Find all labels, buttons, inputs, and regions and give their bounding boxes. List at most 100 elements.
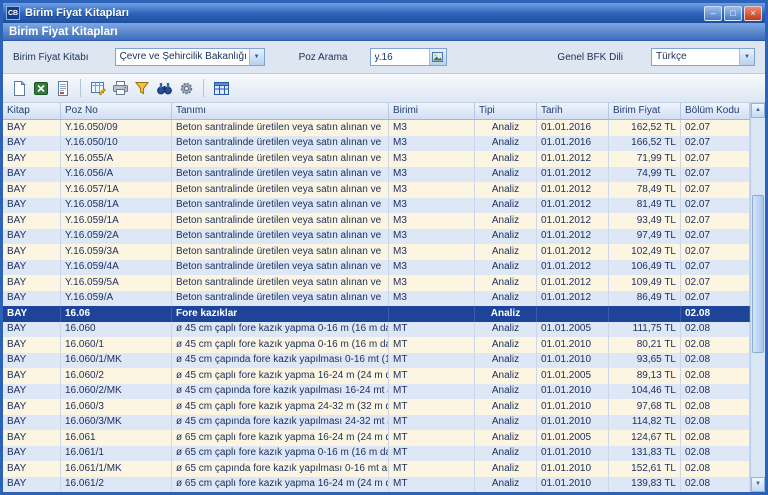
table-row[interactable]: BAYY.16.059/5ABeton santralinde üretilen… — [3, 275, 750, 291]
cell-birim: MT — [389, 415, 475, 431]
chevron-down-icon[interactable]: ▼ — [739, 49, 754, 65]
cell-fiyat: 97,68 TL — [609, 399, 681, 415]
cell-bolum: 02.08 — [681, 461, 750, 477]
poz-search-label: Poz Arama — [299, 52, 348, 63]
table-row[interactable]: BAY16.060/1/MKø 45 cm çapında fore kazık… — [3, 353, 750, 369]
table-row[interactable]: BAYY.16.059/1ABeton santralinde üretilen… — [3, 213, 750, 229]
table-row[interactable]: BAYY.16.059/2ABeton santralinde üretilen… — [3, 229, 750, 245]
table-row[interactable]: BAYY.16.059/4ABeton santralinde üretilen… — [3, 260, 750, 276]
table-row[interactable]: BAY16.060/2/MKø 45 cm çapında fore kazık… — [3, 384, 750, 400]
cell-tarih: 01.01.2010 — [537, 461, 609, 477]
column-header[interactable]: Birim Fiyat — [609, 103, 681, 119]
table-row[interactable]: BAYY.16.059/3ABeton santralinde üretilen… — [3, 244, 750, 260]
table-row[interactable]: BAY16.061/1ø 65 cm çaplı fore kazık yapm… — [3, 446, 750, 462]
cell-tarih: 01.01.2012 — [537, 291, 609, 307]
cell-bolum: 02.07 — [681, 167, 750, 183]
cell-tanim: Beton santralinde üretilen veya satın al… — [172, 136, 389, 152]
cell-tip: Analiz — [475, 477, 537, 493]
cell-bolum: 02.07 — [681, 260, 750, 276]
cell-bolum: 02.08 — [681, 337, 750, 353]
scrollbar-thumb[interactable] — [752, 195, 764, 353]
page-title: Birim Fiyat Kitapları — [3, 23, 765, 41]
cell-kitap: BAY — [3, 182, 61, 198]
cell-kitap: BAY — [3, 477, 61, 493]
table-row[interactable]: BAY16.060/3ø 45 cm çaplı fore kazık yapm… — [3, 399, 750, 415]
table-row[interactable]: BAY16.060/1ø 45 cm çaplı fore kazık yapm… — [3, 337, 750, 353]
cell-tanim: Beton santralinde üretilen veya satın al… — [172, 275, 389, 291]
cell-fiyat: 139,83 TL — [609, 477, 681, 493]
table-row[interactable]: BAY16.060/3/MKø 45 cm çapında fore kazık… — [3, 415, 750, 431]
column-header[interactable]: Poz No — [61, 103, 172, 119]
cell-poz: Y.16.057/1A — [61, 182, 172, 198]
report-document-button[interactable] — [53, 78, 73, 98]
cell-bolum: 02.08 — [681, 306, 750, 322]
cell-tarih: 01.01.2016 — [537, 120, 609, 136]
table-row[interactable]: BAYY.16.050/10Beton santralinde üretilen… — [3, 136, 750, 152]
cell-fiyat: 124,67 TL — [609, 430, 681, 446]
table-row[interactable]: BAY16.06Fore kazıklarAnaliz02.08 — [3, 306, 750, 322]
poz-search-picker-button[interactable] — [429, 49, 446, 65]
cell-kitap: BAY — [3, 120, 61, 136]
cell-tanim: Beton santralinde üretilen veya satın al… — [172, 198, 389, 214]
cell-fiyat: 89,13 TL — [609, 368, 681, 384]
gear-icon — [179, 81, 194, 96]
cell-fiyat: 106,49 TL — [609, 260, 681, 276]
table-row[interactable]: BAYY.16.057/1ABeton santralinde üretilen… — [3, 182, 750, 198]
cell-bolum: 02.07 — [681, 198, 750, 214]
cell-bolum: 02.07 — [681, 291, 750, 307]
cell-tanim: ø 45 cm çapında fore kazık yapılması 0-1… — [172, 353, 389, 369]
maximize-button[interactable]: □ — [724, 6, 742, 21]
cell-poz: 16.060/3/MK — [61, 415, 172, 431]
toolbar-separator — [80, 79, 81, 97]
cell-tip: Analiz — [475, 213, 537, 229]
excel-export-button[interactable] — [31, 78, 51, 98]
table-row[interactable]: BAYY.16.055/ABeton santralinde üretilen … — [3, 151, 750, 167]
table-row[interactable]: BAY16.061/1/MKø 65 cm çapında fore kazık… — [3, 461, 750, 477]
search-button[interactable] — [154, 78, 174, 98]
column-header[interactable]: Tipi — [475, 103, 537, 119]
cell-poz: 16.061 — [61, 430, 172, 446]
print-button[interactable] — [110, 78, 130, 98]
new-document-button[interactable] — [9, 78, 29, 98]
cell-tarih — [537, 306, 609, 322]
table-row[interactable]: BAYY.16.050/09Beton santralinde üretilen… — [3, 120, 750, 136]
cell-tip: Analiz — [475, 136, 537, 152]
book-label: Birim Fiyat Kitabı — [13, 52, 89, 63]
cell-poz: Y.16.059/1A — [61, 213, 172, 229]
column-header[interactable]: Bölüm Kodu — [681, 103, 750, 119]
cell-kitap: BAY — [3, 461, 61, 477]
column-header[interactable]: Kitap — [3, 103, 61, 119]
column-header[interactable]: Tanımı — [172, 103, 389, 119]
chevron-down-icon[interactable]: ▼ — [249, 49, 264, 65]
table-row[interactable]: BAY16.060ø 45 cm çaplı fore kazık yapma … — [3, 322, 750, 338]
table-row[interactable]: BAYY.16.059/ABeton santralinde üretilen … — [3, 291, 750, 307]
cell-tanim: Fore kazıklar — [172, 306, 389, 322]
table-row[interactable]: BAY16.060/2ø 45 cm çaplı fore kazık yapm… — [3, 368, 750, 384]
cell-birim: M3 — [389, 120, 475, 136]
cell-bolum: 02.07 — [681, 213, 750, 229]
close-button[interactable]: × — [744, 6, 762, 21]
table-row[interactable]: BAY16.061/2ø 65 cm çaplı fore kazık yapm… — [3, 477, 750, 493]
scroll-up-button[interactable]: ▲ — [751, 103, 765, 118]
scroll-down-button[interactable]: ▼ — [751, 477, 765, 492]
language-dropdown[interactable]: Türkçe ▼ — [651, 48, 755, 66]
grid-edit-button[interactable] — [88, 78, 108, 98]
cell-tarih: 01.01.2010 — [537, 353, 609, 369]
cell-kitap: BAY — [3, 446, 61, 462]
table-view-button[interactable] — [211, 78, 231, 98]
table-row[interactable]: BAYY.16.058/1ABeton santralinde üretilen… — [3, 198, 750, 214]
minimize-button[interactable]: – — [704, 6, 722, 21]
table-row[interactable]: BAY16.061ø 65 cm çaplı fore kazık yapma … — [3, 430, 750, 446]
table-row[interactable]: BAYY.16.056/ABeton santralinde üretilen … — [3, 167, 750, 183]
cell-tip: Analiz — [475, 353, 537, 369]
vertical-scrollbar[interactable]: ▲ ▼ — [750, 103, 765, 492]
book-dropdown[interactable]: Çevre ve Şehircilik Bakanlığı ▼ — [115, 48, 265, 66]
cell-birim: MT — [389, 446, 475, 462]
column-header[interactable]: Birimi — [389, 103, 475, 119]
settings-button[interactable] — [176, 78, 196, 98]
cell-fiyat: 152,61 TL — [609, 461, 681, 477]
cell-tarih: 01.01.2016 — [537, 136, 609, 152]
column-header[interactable]: Tarih — [537, 103, 609, 119]
filter-button[interactable] — [132, 78, 152, 98]
poz-search-input[interactable] — [371, 49, 429, 65]
